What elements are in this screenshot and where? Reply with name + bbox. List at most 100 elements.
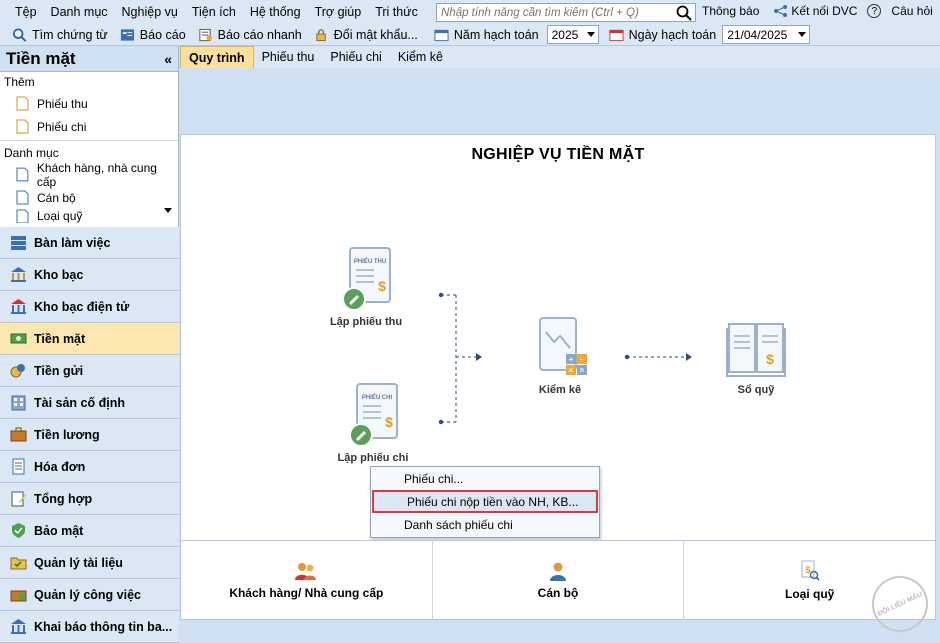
payment-context-menu: Phiếu chi... Phiếu chi nộp tiền vào NH, …	[370, 466, 600, 538]
node-payment-label: Lập phiếu chi	[337, 452, 409, 464]
nav-cash[interactable]: Tiền mặt	[0, 323, 179, 355]
catalog-staff-item[interactable]: Cán bộ	[0, 186, 178, 209]
cash-icon	[10, 333, 27, 344]
building-icon	[11, 395, 26, 411]
search-icon[interactable]	[676, 5, 692, 21]
nav-deposit-label: Tiền gửi	[34, 363, 84, 378]
connect-dvc-link[interactable]: Kết nối DVC	[791, 4, 857, 18]
catalog-staff-label: Cán bộ	[37, 190, 76, 205]
search-input[interactable]	[437, 4, 667, 21]
svg-text:+: +	[569, 355, 574, 364]
shield-icon	[12, 523, 25, 538]
change-password-button[interactable]: Đổi mật khẩu...	[314, 28, 418, 42]
payment-doc-label: PHIẾU CHI	[362, 394, 393, 401]
nav-declaration[interactable]: Khai báo thông tin ba...	[0, 611, 179, 643]
add-group-label: Thêm	[4, 75, 35, 89]
menu-utilities[interactable]: Tiện ích	[185, 5, 243, 19]
node-inventory[interactable]: + − × = Kiểm kê	[520, 316, 600, 396]
menu-file[interactable]: Tệp	[8, 5, 44, 19]
fiscal-year-select[interactable]: 2025	[546, 25, 599, 44]
menu-item-payment-deposit-bank[interactable]: Phiếu chi nộp tiền vào NH, KB...	[372, 490, 598, 513]
svg-text:=: =	[580, 366, 585, 375]
document-icon	[16, 190, 29, 205]
nav-documents[interactable]: Quản lý tài liệu	[0, 547, 179, 579]
report-button[interactable]: Báo cáo	[120, 28, 186, 42]
page-title: NGHIỆP VỤ TIỀN MẶT	[471, 146, 645, 163]
help-icon[interactable]: ?	[867, 4, 882, 18]
collapse-icon[interactable]: «	[164, 51, 172, 67]
chevron-down-icon	[798, 32, 807, 37]
faq-link[interactable]: Câu hỏi	[891, 4, 932, 18]
nav-payroll-label: Tiền lương	[34, 427, 100, 442]
posting-date-select[interactable]: 21/04/2025	[722, 25, 811, 44]
shortcut-fund-type-label: Loại quỹ	[785, 586, 835, 601]
find-voucher-button[interactable]: Tìm chứng từ	[12, 28, 108, 42]
nav-desk-label: Bàn làm việc	[34, 235, 111, 250]
node-receipt[interactable]: PHIẾU THU $ Lập phiếu thu	[325, 246, 407, 328]
menu-item-payment-list[interactable]: Danh sách phiếu chi	[371, 513, 599, 536]
scroll-down-icon[interactable]	[164, 208, 172, 213]
svg-text:−: −	[580, 355, 585, 364]
shortcut-customers[interactable]: Khách hàng/ Nhà cung cấp	[181, 541, 433, 619]
coins-icon	[10, 364, 25, 378]
menu-operations[interactable]: Nghiệp vụ	[115, 5, 185, 19]
user-icon	[550, 562, 566, 581]
desk-icon	[11, 236, 26, 250]
nav-fixed-assets[interactable]: Tài sản cố định	[0, 387, 179, 419]
document-icon	[16, 209, 29, 223]
menu-system[interactable]: Hệ thống	[243, 5, 308, 19]
menu-help[interactable]: Trợ giúp	[308, 5, 369, 19]
nav-e-treasury[interactable]: Kho bạc điện tử	[0, 291, 179, 323]
report-icon	[120, 28, 134, 41]
tab-payments[interactable]: Phiếu chi	[322, 46, 389, 68]
find-voucher-label: Tìm chứng từ	[32, 27, 108, 42]
menu-catalog[interactable]: Danh mục	[44, 5, 115, 19]
notifications-link[interactable]: Thông báo	[702, 4, 759, 18]
nav-tasks[interactable]: Quản lý công việc	[0, 579, 179, 611]
quick-report-button[interactable]: Báo cáo nhanh	[198, 28, 302, 42]
nav-security[interactable]: Bảo mật	[0, 515, 179, 547]
catalog-customers-label: Khách hàng, nhà cung cấp	[36, 160, 157, 189]
menu-knowledge[interactable]: Tri thức	[368, 5, 425, 19]
menu-item-payment[interactable]: Phiếu chi...	[371, 467, 599, 490]
tab-process[interactable]: Quy trình	[180, 46, 254, 68]
nav-invoice[interactable]: Hóa đơn	[0, 451, 179, 483]
fund-search-icon: $	[801, 560, 820, 581]
nav-cash-label: Tiền mặt	[34, 331, 86, 346]
nav-payroll[interactable]: Tiền lương	[0, 419, 179, 451]
fiscal-year-group: Năm hạch toán	[434, 28, 539, 42]
node-inventory-label: Kiểm kê	[538, 384, 582, 396]
nav-e-treasury-label: Kho bạc điện tử	[34, 299, 130, 314]
nav-treasury-label: Kho bạc	[34, 267, 84, 282]
chevron-down-icon	[586, 32, 595, 37]
posting-date-value: 21/04/2025	[727, 28, 788, 42]
inventory-calculator-icon: + − × =	[539, 317, 587, 375]
catalog-customers-item[interactable]: Khách hàng, nhà cung cấp	[0, 160, 178, 189]
calendar-icon	[609, 29, 624, 41]
tab-inventory[interactable]: Kiểm kê	[390, 46, 451, 68]
shortcut-staff[interactable]: Cán bộ	[433, 541, 685, 619]
nav-deposit[interactable]: Tiền gửi	[0, 355, 179, 387]
nav-invoice-label: Hóa đơn	[34, 459, 86, 474]
top-right-tools: Thông báo Kết nối DVC ? Câu hỏi	[702, 4, 939, 18]
nav-treasury[interactable]: Kho bạc	[0, 259, 179, 291]
nav-desk[interactable]: Bàn làm việc	[0, 227, 179, 259]
toolbar: Tìm chứng từ Báo cáo Báo cáo nhanh Đổi m…	[0, 24, 940, 46]
fiscal-year-label: Năm hạch toán	[453, 27, 539, 42]
connect-icon[interactable]	[773, 4, 789, 18]
document-icon	[16, 167, 29, 182]
nav-fixed-assets-label: Tài sản cố định	[34, 395, 125, 410]
bank-icon	[11, 619, 26, 634]
quick-report-label: Báo cáo nhanh	[217, 27, 302, 42]
feature-search[interactable]	[436, 3, 696, 22]
add-receipt-item[interactable]: Phiếu thu	[0, 92, 178, 115]
nav-summary[interactable]: Tổng hợp	[0, 483, 179, 515]
add-payment-item[interactable]: Phiếu chi	[0, 115, 178, 138]
tab-receipts[interactable]: Phiếu thu	[254, 46, 323, 68]
node-receipt-label: Lập phiếu thu	[329, 316, 403, 328]
catalog-fund-type-item[interactable]: Loại quỹ	[0, 209, 178, 223]
document-icon	[16, 119, 29, 134]
node-ledger[interactable]: $ Sổ quỹ	[718, 318, 794, 396]
nav-declaration-label: Khai báo thông tin ba...	[34, 619, 173, 634]
node-payment[interactable]: PHIẾU CHI $ Lập phiếu chi	[332, 382, 414, 464]
